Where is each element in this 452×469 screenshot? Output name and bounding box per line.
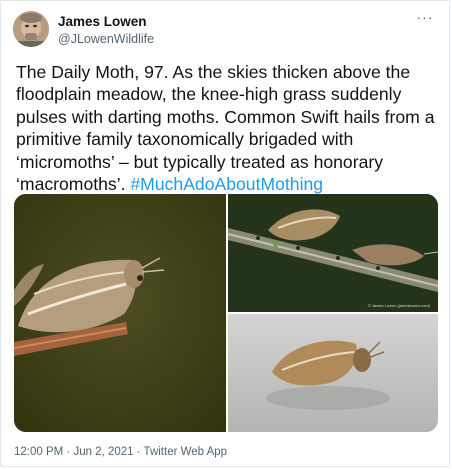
photo-moth-on-surface[interactable] [228,314,438,432]
hashtag-link[interactable]: #MuchAdoAboutMothing [130,174,323,194]
tweet-text: The Daily Moth, 97. As the skies thicken… [16,61,441,195]
author-name[interactable]: James Lowen [58,14,147,29]
photo-credit: © James Lowen (jameslowen.com) [367,303,430,308]
avatar-photo [13,11,49,47]
moth-photo-3 [228,314,438,432]
avatar[interactable] [13,11,49,47]
moth-photo-1 [14,194,226,432]
moth-photo-2 [228,194,438,312]
photo-moth-on-twig[interactable] [14,194,226,432]
media-grid: © James Lowen (jameslowen.com) [14,194,438,432]
author-handle[interactable]: @JLowenWildlife [58,32,154,46]
tweet-card: James Lowen @JLowenWildlife ··· The Dail… [0,0,450,467]
tweet-timestamp[interactable]: 12:00 PM · Jun 2, 2021 · Twitter Web App [14,446,227,458]
photo-moth-on-stem[interactable]: © James Lowen (jameslowen.com) [228,194,438,312]
more-dots-icon[interactable]: ··· [415,9,435,25]
